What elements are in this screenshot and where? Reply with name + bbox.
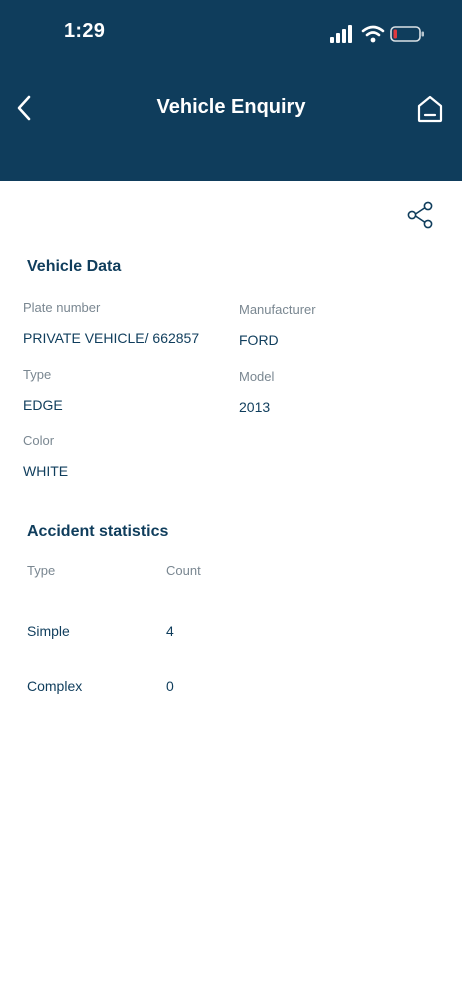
page-title: Vehicle Enquiry: [156, 96, 306, 118]
stats-row-complex-count: 0: [166, 678, 174, 694]
type-label: Type: [23, 367, 52, 382]
vehicle-data-title: Vehicle Data: [27, 258, 122, 275]
plate-number-label: Plate number: [23, 300, 101, 315]
model-value: 2013: [239, 399, 271, 415]
manufacturer-value: FORD: [239, 332, 279, 348]
share-button[interactable]: [404, 200, 436, 230]
status-time: 1:29: [64, 20, 106, 42]
status-icons: [330, 24, 430, 46]
stats-column-header-count: Count: [166, 563, 201, 578]
app-header: 1:29 Vehicle Enquiry: [0, 0, 462, 181]
share-icon: [407, 201, 433, 229]
color-label: Color: [23, 433, 55, 448]
stats-column-header-type: Type: [27, 563, 56, 578]
home-icon: [417, 95, 443, 123]
home-button[interactable]: [414, 93, 446, 125]
model-label: Model: [239, 369, 275, 384]
manufacturer-label: Manufacturer: [239, 302, 316, 317]
stats-row-simple-type: Simple: [27, 623, 70, 639]
stats-row-complex-type: Complex: [27, 678, 83, 694]
battery-icon: [390, 26, 424, 42]
accident-statistics-title: Accident statistics: [27, 523, 169, 540]
wifi-icon: [361, 25, 385, 43]
stats-row-simple-count: 4: [166, 623, 174, 639]
color-value: WHITE: [23, 463, 69, 479]
type-value: EDGE: [23, 397, 63, 413]
vehicle-enquiry-screen: 1:29 Vehicle Enquiry Vehicle Data Plate …: [0, 0, 462, 1000]
plate-number-value: PRIVATE VEHICLE/ 662857: [23, 330, 200, 346]
cellular-signal-icon: [330, 25, 352, 43]
